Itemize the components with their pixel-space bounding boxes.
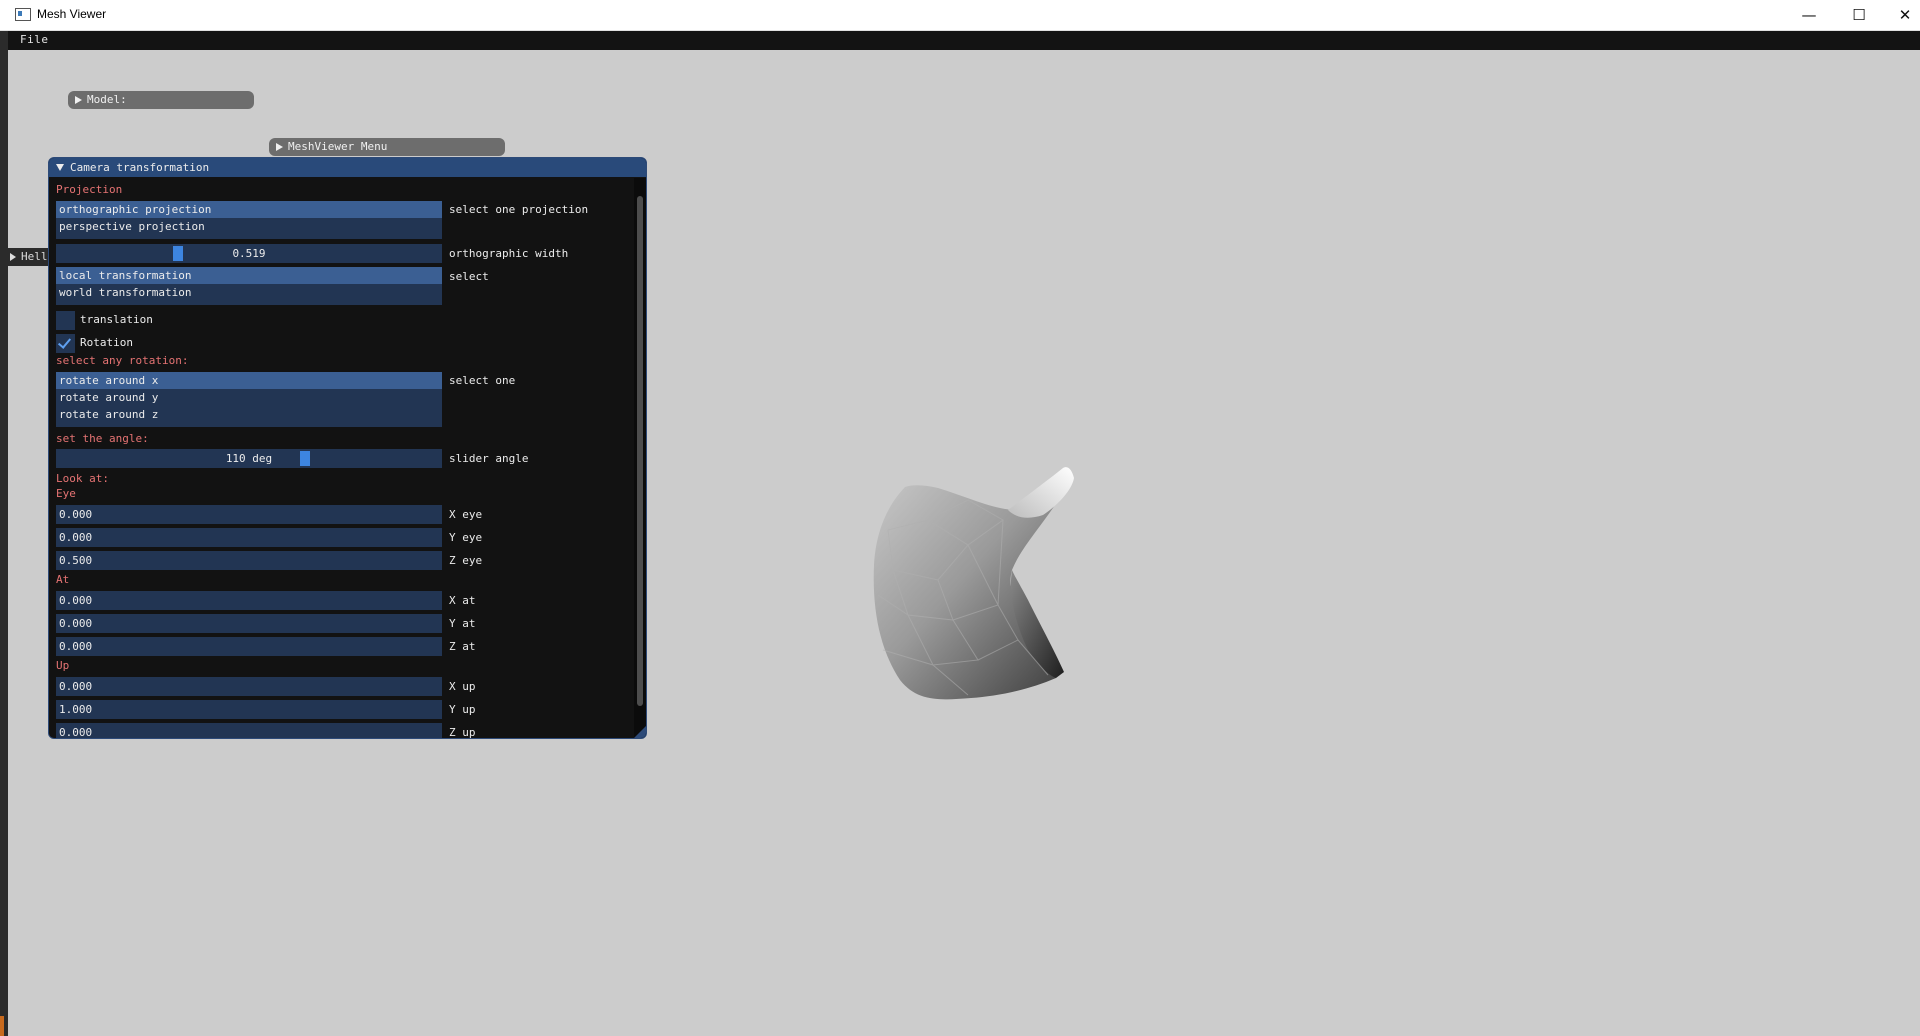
x-up-caption: X up [449, 680, 476, 693]
translation-label: translation [80, 313, 153, 326]
x-at-caption: X at [449, 594, 476, 607]
meshviewer-menu-collapsed[interactable]: MeshViewer Menu [269, 138, 505, 156]
title-bar: Mesh Viewer — ☐ ✕ [0, 0, 1920, 31]
collapse-arrow-icon[interactable] [56, 164, 64, 171]
y-at-input[interactable]: 0.000 [56, 614, 442, 633]
projection-heading: Projection [56, 183, 123, 196]
orthographic-width-slider[interactable]: 0.519 [56, 244, 442, 263]
hello-window-collapsed[interactable]: Hello [8, 248, 50, 266]
z-eye-caption: Z eye [449, 554, 483, 567]
up-heading: Up [56, 659, 70, 672]
resize-grip[interactable] [634, 726, 646, 738]
menu-file[interactable]: File [20, 33, 49, 46]
orthographic-width-value: 0.519 [232, 247, 266, 260]
app-icon [15, 8, 31, 21]
z-at-input[interactable]: 0.000 [56, 637, 442, 656]
x-eye-caption: X eye [449, 508, 483, 521]
projection-listbox[interactable]: orthographic projection perspective proj… [56, 201, 442, 239]
panel-header[interactable]: Camera transformation [49, 158, 646, 177]
angle-caption: slider angle [449, 452, 529, 465]
rotation-label: Rotation [80, 336, 133, 349]
left-edge [0, 31, 8, 1036]
projection-option-orthographic[interactable]: orthographic projection [56, 201, 442, 218]
transform-option-world[interactable]: world transformation [56, 284, 442, 301]
rotation-option-y[interactable]: rotate around y [56, 389, 442, 406]
z-up-input[interactable]: 0.000 [56, 723, 442, 738]
rotation-option-x[interactable]: rotate around x [56, 372, 442, 389]
y-eye-caption: Y eye [449, 531, 483, 544]
left-accent [0, 1016, 4, 1036]
hello-window-title: Hello [21, 250, 50, 263]
mesh-object [873, 467, 1074, 700]
panel-body: Projection orthographic projection persp… [49, 178, 646, 738]
angle-slider[interactable]: 110 deg [56, 449, 442, 468]
panel-scrollbar[interactable] [634, 178, 646, 738]
z-at-caption: Z at [449, 640, 476, 653]
at-heading: At [56, 573, 70, 586]
scrollbar-grab[interactable] [637, 196, 643, 706]
translation-checkbox[interactable] [56, 311, 75, 330]
eye-heading: Eye [56, 487, 76, 500]
close-button[interactable]: ✕ [1882, 0, 1920, 30]
orthographic-width-caption: orthographic width [449, 247, 569, 260]
panel-title: Camera transformation [70, 161, 210, 174]
y-at-caption: Y at [449, 617, 476, 630]
meshviewer-menu-title: MeshViewer Menu [288, 140, 388, 153]
x-at-input[interactable]: 0.000 [56, 591, 442, 610]
y-up-caption: Y up [449, 703, 476, 716]
x-up-input[interactable]: 0.000 [56, 677, 442, 696]
select-rotation-heading: select any rotation: [56, 354, 189, 367]
y-up-input[interactable]: 1.000 [56, 700, 442, 719]
menu-bar: File [8, 31, 1920, 50]
z-eye-input[interactable]: 0.500 [56, 551, 442, 570]
rotation-listbox[interactable]: rotate around x rotate around y rotate a… [56, 372, 442, 427]
rotation-option-z[interactable]: rotate around z [56, 406, 442, 423]
angle-heading: set the angle: [56, 432, 149, 445]
expand-arrow-icon [10, 253, 16, 261]
maximize-button[interactable]: ☐ [1836, 0, 1882, 30]
window-title: Mesh Viewer [37, 7, 107, 21]
model-window-title: Model: [87, 93, 127, 106]
model-window-collapsed[interactable]: Model: [68, 91, 254, 109]
z-up-caption: Z up [449, 726, 476, 738]
x-eye-input[interactable]: 0.000 [56, 505, 442, 524]
expand-arrow-icon [75, 96, 82, 104]
angle-value: 110 deg [225, 452, 273, 465]
check-icon [57, 335, 72, 349]
rotation-caption: select one [449, 374, 516, 387]
projection-option-perspective[interactable]: perspective projection [56, 218, 442, 235]
rotation-checkbox[interactable] [56, 334, 75, 353]
transformation-listbox[interactable]: local transformation world transformatio… [56, 267, 442, 305]
minimize-button[interactable]: — [1786, 0, 1832, 30]
transformation-caption: select [449, 270, 489, 283]
y-eye-input[interactable]: 0.000 [56, 528, 442, 547]
camera-transformation-panel: Camera transformation Projection orthogr… [48, 157, 647, 739]
expand-arrow-icon [276, 143, 283, 151]
look-at-heading: Look at: [56, 472, 109, 485]
projection-caption: select one projection [449, 203, 589, 216]
transform-option-local[interactable]: local transformation [56, 267, 442, 284]
